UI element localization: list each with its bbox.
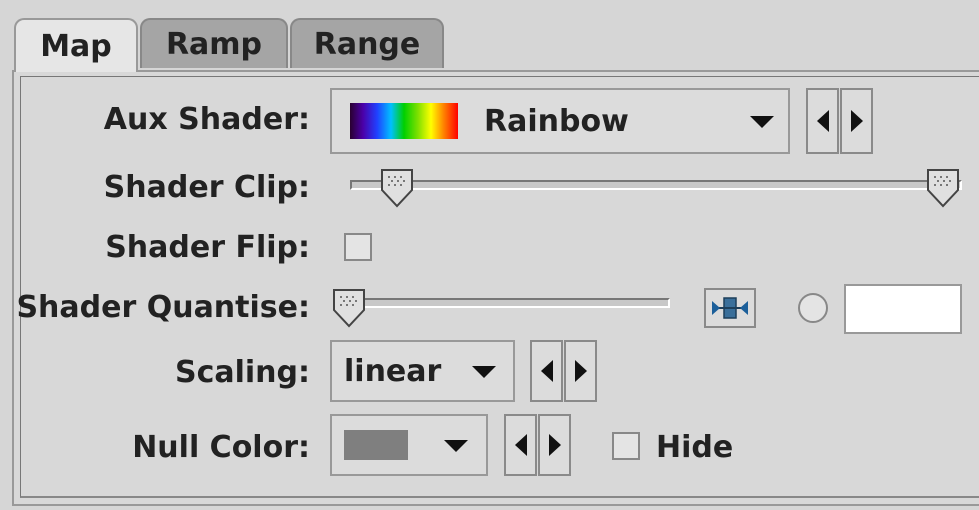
quantise-radio[interactable] <box>798 293 828 323</box>
shader-flip-checkbox[interactable] <box>344 233 372 261</box>
shader-quantise-label: Shader Quantise: <box>16 290 310 325</box>
quantise-toggle-button[interactable] <box>704 288 756 328</box>
null-color-label: Null Color: <box>132 430 310 465</box>
chevron-down-icon <box>750 116 774 128</box>
shader-clip-track[interactable] <box>350 180 962 190</box>
aux-shader-prev-button[interactable] <box>806 88 839 154</box>
tab-range-label: Range <box>313 26 421 62</box>
arrow-left-icon <box>514 434 527 456</box>
rainbow-swatch-icon <box>350 103 458 139</box>
chevron-down-icon <box>472 366 496 378</box>
arrow-right-icon <box>548 434 561 456</box>
chevron-down-icon <box>444 440 468 452</box>
scaling-next-button[interactable] <box>564 340 597 402</box>
shader-clip-low-thumb[interactable] <box>380 168 414 208</box>
null-color-combo[interactable] <box>330 414 488 476</box>
shader-clip-label: Shader Clip: <box>103 170 310 205</box>
arrow-left-icon <box>540 360 553 382</box>
aux-shader-value: Rainbow <box>484 104 629 139</box>
scaling-label: Scaling: <box>174 355 310 390</box>
null-color-swatch <box>344 430 408 460</box>
shader-clip-high-thumb[interactable] <box>926 168 960 208</box>
shader-quantise-thumb[interactable] <box>332 288 366 328</box>
tab-map-label: Map <box>40 28 112 64</box>
tab-map[interactable]: Map <box>14 18 138 72</box>
null-color-next-button[interactable] <box>538 414 571 476</box>
null-color-prev-button[interactable] <box>504 414 537 476</box>
arrow-right-icon <box>574 360 587 382</box>
arrow-right-icon <box>850 110 863 132</box>
hide-checkbox[interactable] <box>612 432 640 460</box>
scaling-value: linear <box>344 354 442 389</box>
aux-shader-label: Aux Shader: <box>103 102 310 137</box>
arrow-left-icon <box>816 110 829 132</box>
shader-flip-label: Shader Flip: <box>105 230 310 265</box>
tab-ramp-label: Ramp <box>165 26 263 62</box>
scaling-combo[interactable]: linear <box>330 340 515 402</box>
aux-shader-combo[interactable]: Rainbow <box>330 88 790 154</box>
quantise-value-field[interactable] <box>844 284 962 334</box>
shader-quantise-track[interactable] <box>340 298 670 308</box>
aux-shader-next-button[interactable] <box>840 88 873 154</box>
hide-label: Hide <box>656 430 734 465</box>
quantise-icon <box>712 297 748 319</box>
tab-range[interactable]: Range <box>290 18 444 68</box>
tab-ramp[interactable]: Ramp <box>140 18 288 68</box>
scaling-prev-button[interactable] <box>530 340 563 402</box>
